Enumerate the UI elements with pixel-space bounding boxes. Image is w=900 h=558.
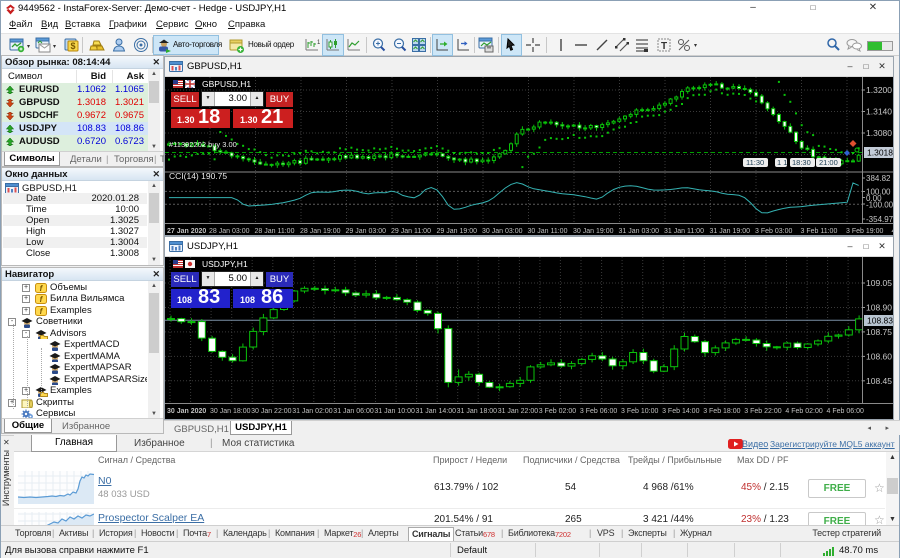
- svg-text:4 Feb 06:00: 4 Feb 06:00: [827, 408, 864, 415]
- svg-text:29 Jan 03:00: 29 Jan 03:00: [346, 228, 387, 235]
- svg-text:-354.97: -354.97: [866, 215, 893, 224]
- svg-text:30 Jan 18:00: 30 Jan 18:00: [210, 408, 251, 415]
- svg-text:28 Jan 19:00: 28 Jan 19:00: [300, 228, 341, 235]
- svg-text:28 Jan 03:00: 28 Jan 03:00: [209, 228, 250, 235]
- svg-text:3 Feb 02:00: 3 Feb 02:00: [539, 408, 576, 415]
- svg-text:29 Jan 11:00: 29 Jan 11:00: [391, 228, 431, 235]
- svg-text:31 Jan 10:00: 31 Jan 10:00: [374, 408, 415, 415]
- svg-text:108.83: 108.83: [867, 316, 893, 326]
- svg-text:29 Jan 19:00: 29 Jan 19:00: [437, 228, 478, 235]
- svg-text:31 Jan 03:00: 31 Jan 03:00: [619, 228, 660, 235]
- svg-text:31 Jan 14:00: 31 Jan 14:00: [416, 408, 457, 415]
- svg-text:4 Feb 02:00: 4 Feb 02:00: [785, 408, 822, 415]
- svg-text:108.90: 108.90: [866, 303, 892, 313]
- svg-text:31 Jan 18:00: 31 Jan 18:00: [457, 408, 498, 415]
- svg-text:108.60: 108.60: [866, 351, 892, 361]
- svg-text:384.82: 384.82: [866, 174, 891, 183]
- svg-text:3 Feb 06:00: 3 Feb 06:00: [580, 408, 617, 415]
- svg-text:31 Jan 22:00: 31 Jan 22:00: [498, 408, 539, 415]
- svg-text:4 Feb 03:00: 4 Feb 03:00: [892, 228, 894, 235]
- svg-text:30 Jan 03:00: 30 Jan 03:00: [482, 228, 523, 235]
- svg-text:3 Feb 10:00: 3 Feb 10:00: [621, 408, 658, 415]
- svg-text:21:00: 21:00: [819, 158, 838, 167]
- svg-text:31 Jan 06:00: 31 Jan 06:00: [333, 408, 374, 415]
- svg-text:109.05: 109.05: [866, 278, 892, 288]
- svg-text:27 Jan 2020: 27 Jan 2020: [167, 228, 206, 235]
- svg-text:108.45: 108.45: [866, 376, 892, 386]
- svg-text:3 Feb 14:00: 3 Feb 14:00: [662, 408, 699, 415]
- svg-text:1.3080: 1.3080: [866, 128, 892, 138]
- svg-text:-100.00: -100.00: [866, 201, 893, 210]
- svg-text:3 Feb 03:00: 3 Feb 03:00: [755, 228, 792, 235]
- svg-text:31 Jan 19:00: 31 Jan 19:00: [710, 228, 751, 235]
- svg-text:18:30: 18:30: [792, 158, 811, 167]
- svg-text:$: $: [70, 41, 75, 51]
- svg-text:3 Feb 22:00: 3 Feb 22:00: [744, 408, 781, 415]
- svg-text:28 Jan 11:00: 28 Jan 11:00: [255, 228, 295, 235]
- svg-text:11:30: 11:30: [746, 158, 764, 167]
- svg-text:30 Jan 11:00: 30 Jan 11:00: [528, 228, 568, 235]
- svg-text:108.75: 108.75: [866, 327, 892, 337]
- svg-text:31 Jan 11:00: 31 Jan 11:00: [664, 228, 704, 235]
- svg-text:30 Jan 19:00: 30 Jan 19:00: [573, 228, 614, 235]
- svg-text:1: 1: [317, 40, 320, 46]
- svg-text:30 Jan 2020: 30 Jan 2020: [167, 408, 206, 415]
- svg-text:CCI(14) 190.75: CCI(14) 190.75: [169, 171, 227, 181]
- svg-text:31 Jan 02:00: 31 Jan 02:00: [292, 408, 333, 415]
- svg-text:30 Jan 22:00: 30 Jan 22:00: [251, 408, 292, 415]
- svg-text:1.3200: 1.3200: [866, 85, 892, 95]
- svg-text:3 Feb 18:00: 3 Feb 18:00: [703, 408, 740, 415]
- svg-text:1 1: 1 1: [777, 158, 787, 167]
- svg-text:T: T: [661, 41, 667, 52]
- svg-text:3 Feb 11:00: 3 Feb 11:00: [801, 228, 838, 235]
- svg-text:3 Feb 19:00: 3 Feb 19:00: [846, 228, 883, 235]
- svg-text:1.3018: 1.3018: [867, 148, 893, 158]
- svg-text:1.3140: 1.3140: [866, 107, 892, 117]
